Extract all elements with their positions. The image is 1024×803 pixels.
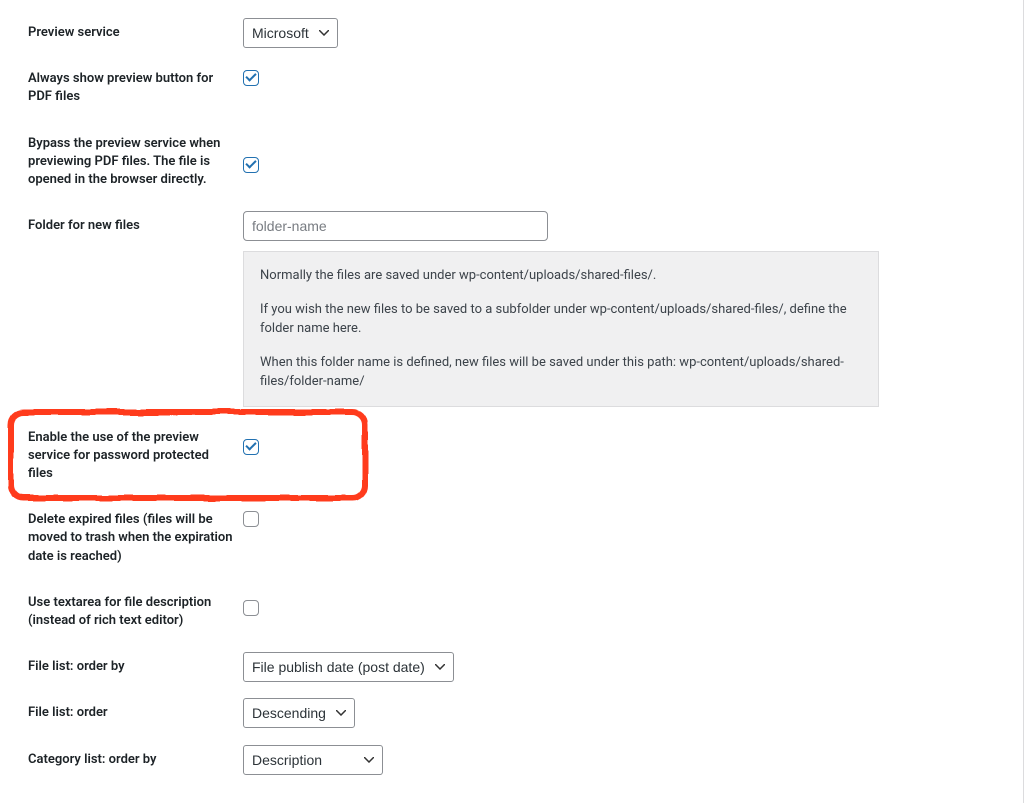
- always-show-preview-label: Always show preview button for PDF files: [28, 56, 243, 120]
- preview-service-label: Preview service: [28, 10, 243, 56]
- enable-preview-protected-checkbox[interactable]: [243, 439, 259, 455]
- bypass-preview-label: Bypass the preview service when previewi…: [28, 121, 243, 204]
- file-list-order-by-label: File list: order by: [28, 644, 243, 690]
- file-list-order-label: File list: order: [28, 690, 243, 736]
- use-textarea-checkbox[interactable]: [243, 600, 259, 616]
- delete-expired-checkbox[interactable]: [243, 511, 259, 527]
- folder-new-files-description: Normally the files are saved under wp-co…: [243, 251, 879, 407]
- category-list-order-by-label: Category list: order by: [28, 737, 243, 783]
- desc-line-3: When this folder name is defined, new fi…: [260, 353, 862, 392]
- delete-expired-label: Delete expired files (files will be move…: [28, 497, 243, 580]
- desc-line-1: Normally the files are saved under wp-co…: [260, 266, 862, 286]
- settings-form-table: Preview service Microsoft Always show pr…: [28, 10, 1003, 783]
- use-textarea-label: Use textarea for file description (inste…: [28, 580, 243, 644]
- file-list-order-select[interactable]: Descending: [243, 698, 355, 728]
- folder-new-files-input[interactable]: [243, 211, 548, 241]
- folder-new-files-label: Folder for new files: [28, 203, 243, 415]
- file-list-order-by-select[interactable]: File publish date (post date): [243, 652, 454, 682]
- category-list-order-by-select[interactable]: Description: [243, 745, 383, 775]
- bypass-preview-checkbox[interactable]: [243, 157, 259, 173]
- always-show-preview-checkbox[interactable]: [243, 70, 259, 86]
- preview-service-select[interactable]: Microsoft: [243, 18, 338, 48]
- desc-line-2: If you wish the new files to be saved to…: [260, 300, 862, 339]
- enable-preview-protected-label: Enable the use of the preview service fo…: [28, 430, 209, 481]
